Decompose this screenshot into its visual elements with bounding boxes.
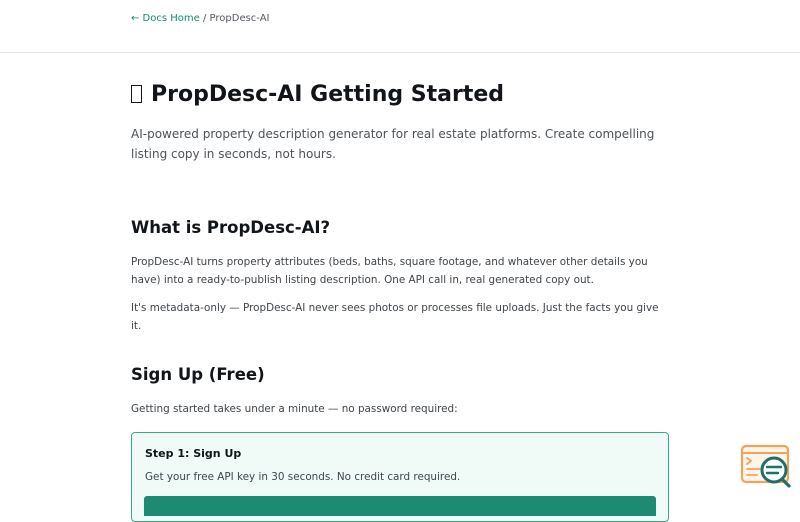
missing-glyph-icon xyxy=(131,85,142,103)
search-chat-widget-icon[interactable] xyxy=(740,444,792,488)
what-paragraph-1: PropDesc-AI turns property attributes (b… xyxy=(131,256,648,286)
docs-home-link[interactable]: ← Docs Home xyxy=(131,13,200,24)
get-api-key-button[interactable] xyxy=(144,496,656,516)
breadcrumb-current: PropDesc-AI xyxy=(209,13,270,24)
step-card-signup: Step 1: Sign Up Get your free API key in… xyxy=(131,432,669,522)
page-title-text: PropDesc-AI Getting Started xyxy=(151,82,505,107)
search-chat-widget-graphic xyxy=(740,444,791,488)
page-lead: AI-powered property description generato… xyxy=(131,127,655,161)
breadcrumb-separator: / xyxy=(199,13,210,24)
top-bar: ← Docs Home / PropDesc-AI xyxy=(0,0,800,53)
what-paragraph-2: It's metadata-only — PropDesc-AI never s… xyxy=(131,302,659,332)
section-heading-what: What is PropDesc-AI? xyxy=(131,218,331,237)
page-title: PropDesc-AI Getting Started xyxy=(131,82,504,107)
step-title: Step 1: Sign Up xyxy=(145,447,242,460)
breadcrumb: ← Docs Home / PropDesc-AI xyxy=(131,13,269,24)
section-heading-signup: Sign Up (Free) xyxy=(131,365,265,384)
step-description: Get your free API key in 30 seconds. No … xyxy=(145,471,461,483)
signup-intro: Getting started takes under a minute — n… xyxy=(131,403,458,415)
